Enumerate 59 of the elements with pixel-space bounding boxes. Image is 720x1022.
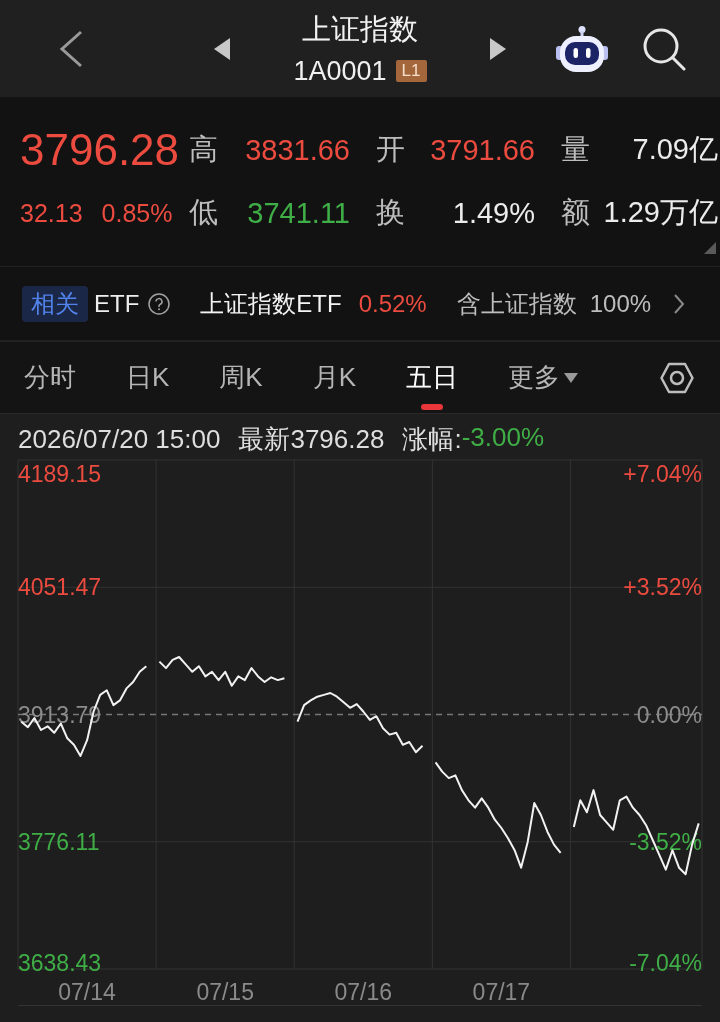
- percent-axis-label: 0.00%: [636, 701, 702, 728]
- level-badge: L1: [395, 59, 427, 82]
- price-axis-label: 4051.47: [18, 574, 102, 601]
- etf-label: ETF: [94, 289, 140, 318]
- period-tab[interactable]: 分时: [24, 342, 76, 413]
- percent-axis-label: +7.04%: [623, 461, 702, 487]
- period-tab[interactable]: 周K: [219, 342, 263, 413]
- stat-label: 低: [189, 195, 218, 230]
- price-axis-label: 3638.43: [18, 950, 102, 976]
- last-price: 3796.28: [20, 125, 181, 175]
- corner-triangle-icon[interactable]: [704, 242, 716, 254]
- change-label: 涨幅:: [402, 423, 462, 456]
- search-icon: [642, 26, 686, 71]
- change-percent: 0.85%: [101, 198, 173, 228]
- help-icon[interactable]: [148, 292, 171, 315]
- change-value: -3.00%: [461, 422, 545, 454]
- stock-code: 1A0001: [293, 55, 387, 86]
- more-menu-tab[interactable]: 更多: [508, 342, 579, 413]
- latest-price: 最新3796.28: [238, 423, 385, 456]
- stat-label: 量: [561, 132, 590, 167]
- stat-value: 1.29万亿: [603, 195, 718, 230]
- stat-value: 3831.66: [245, 133, 350, 167]
- holding-label: 含上证指数: [456, 288, 577, 319]
- chevron-left-icon: [59, 29, 83, 68]
- chart-settings-button[interactable]: [660, 361, 694, 394]
- chevron-right-icon[interactable]: [673, 292, 686, 315]
- stat-value: 1.49%: [452, 196, 535, 230]
- robot-icon: [556, 25, 608, 72]
- chart-timestamp: 2026/07/20 15:00: [18, 424, 221, 455]
- stat-label: 高: [189, 132, 218, 167]
- assistant-button[interactable]: [556, 25, 608, 72]
- date-axis-label: 07/17: [472, 979, 531, 1005]
- caret-down-icon: [564, 372, 579, 383]
- stat-label: 开: [376, 132, 405, 167]
- triangle-right-icon: [490, 37, 506, 60]
- related-tag: 相关: [22, 285, 88, 322]
- date-axis-label: 07/16: [334, 979, 393, 1005]
- triangle-left-icon: [214, 37, 230, 60]
- stat-value: 3791.66: [430, 133, 535, 167]
- stat-label: 换: [376, 195, 405, 230]
- percent-axis-label: +3.52%: [623, 574, 702, 601]
- stock-title: 上证指数: [302, 11, 418, 46]
- date-axis-label: 07/15: [196, 979, 254, 1005]
- percent-axis-label: -7.04%: [629, 950, 702, 976]
- stat-value: 7.09亿: [632, 132, 718, 167]
- period-tab[interactable]: 日K: [126, 342, 170, 413]
- fund-change: 0.52%: [358, 289, 427, 318]
- holding-value: 100%: [589, 289, 652, 318]
- period-tab[interactable]: 五日: [406, 342, 459, 413]
- date-axis-label: 07/14: [58, 979, 116, 1005]
- price-axis-label: 3776.11: [18, 828, 100, 855]
- price-axis-label: 4189.15: [18, 461, 102, 487]
- settings-icon: [660, 361, 694, 394]
- stat-label: 额: [561, 195, 590, 230]
- fund-name[interactable]: 上证指数ETF: [200, 287, 342, 320]
- price-change: 32.13: [20, 198, 83, 228]
- period-tab[interactable]: 月K: [312, 342, 357, 413]
- stat-value: 3741.11: [247, 196, 350, 230]
- search-button[interactable]: [642, 26, 686, 71]
